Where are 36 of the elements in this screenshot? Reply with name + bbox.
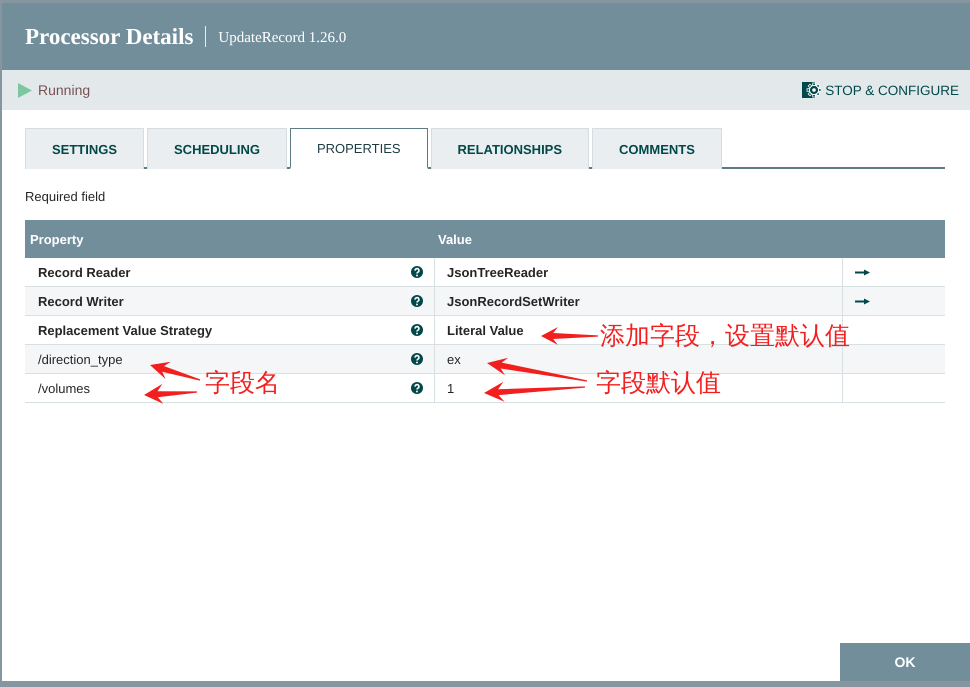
tab[interactable]: SETTINGS	[25, 128, 144, 169]
arrow-right-icon[interactable]	[855, 298, 870, 304]
property-name: Record Reader	[38, 264, 130, 280]
annotation-label: 字段默认值	[596, 369, 721, 396]
annotation-label: 添加字段，设置默认值	[600, 322, 850, 349]
tab[interactable]: COMMENTS	[592, 128, 722, 169]
annotation-arrow	[144, 384, 197, 404]
property-value[interactable]: JsonRecordSetWriter	[447, 294, 580, 308]
processor-type-label: UpdateRecord 1.26.0	[218, 30, 346, 46]
column-header: Property	[29, 232, 84, 246]
arrow-right-icon[interactable]	[855, 268, 870, 276]
dialog-title: Processor Details	[25, 24, 194, 50]
annotation-arrow	[150, 362, 200, 381]
property-name: Replacement Value Strategy	[38, 322, 212, 338]
status-label: Running	[38, 82, 90, 98]
help-icon[interactable]	[411, 382, 423, 394]
required-field-label: Required field	[25, 189, 106, 205]
property-value[interactable]: ex	[447, 352, 461, 366]
tab[interactable]: SCHEDULING	[147, 128, 287, 169]
column-header: Value	[437, 232, 472, 246]
gear-icon	[802, 82, 822, 98]
tab[interactable]: PROPERTIES	[290, 128, 428, 169]
property-name: /direction_type	[38, 352, 123, 366]
help-icon[interactable]	[411, 353, 423, 365]
property-value[interactable]: JsonTreeReader	[447, 264, 548, 280]
help-icon[interactable]	[411, 266, 423, 278]
tab[interactable]: RELATIONSHIPS	[430, 128, 590, 169]
property-name: Record Writer	[38, 294, 124, 308]
property-name: /volumes	[38, 380, 90, 396]
annotation-arrow	[541, 327, 598, 345]
annotation-label: 字段名	[205, 369, 280, 396]
help-icon[interactable]	[411, 295, 423, 307]
stop-configure-button[interactable]: STOP & CONFIGURE	[802, 82, 959, 98]
property-value[interactable]: 1	[447, 380, 454, 396]
property-value[interactable]: Literal Value	[447, 322, 524, 338]
help-icon[interactable]	[411, 324, 423, 336]
